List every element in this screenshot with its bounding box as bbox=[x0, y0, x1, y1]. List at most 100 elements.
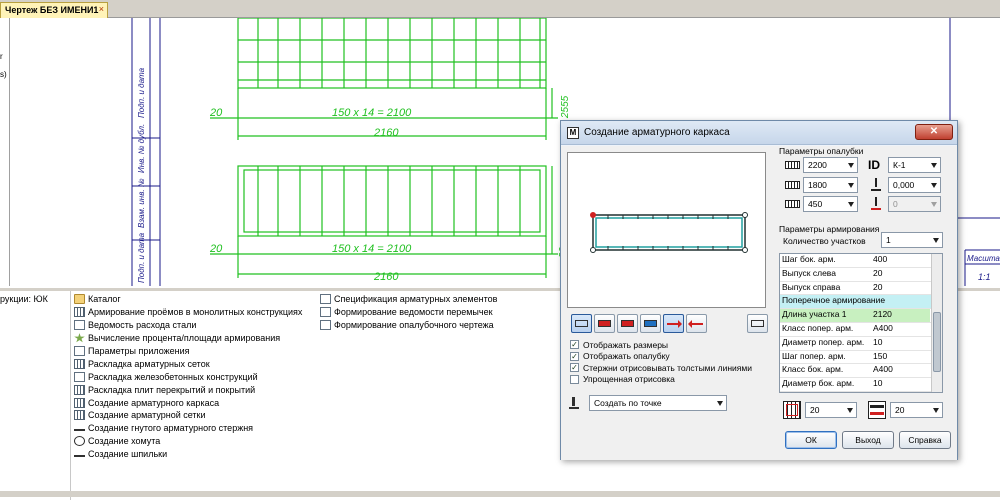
tree-item[interactable]: Вычисление процента/площади армирования bbox=[74, 332, 314, 345]
tree-item[interactable]: Создание арматурной сетки bbox=[74, 409, 314, 422]
tree-item[interactable]: Раскладка арматурных сеток bbox=[74, 357, 314, 370]
checkbox-label: Отображать опалубку bbox=[583, 351, 670, 362]
chevron-down-icon bbox=[848, 202, 854, 207]
checkbox[interactable]: ✓ bbox=[570, 363, 579, 373]
view-blue-button[interactable] bbox=[640, 314, 661, 333]
param-value[interactable]: 400 bbox=[870, 254, 930, 267]
thickness-value: 450 bbox=[808, 199, 823, 209]
tree-item[interactable]: Создание арматурного каркаса bbox=[74, 396, 314, 409]
tree-item[interactable]: Параметры приложения bbox=[74, 345, 314, 358]
insert-button[interactable] bbox=[747, 314, 768, 333]
param-name: Шаг бок. арм. bbox=[782, 254, 836, 264]
height-value: 1800 bbox=[808, 180, 827, 190]
table-row[interactable]: Шаг попер. арм. 150 bbox=[780, 351, 942, 365]
table-row[interactable]: Класс бок. арм. А400 bbox=[780, 364, 942, 379]
param-value[interactable]: 20 bbox=[870, 282, 930, 295]
table-row[interactable]: Диаметр попер. арм. 10 bbox=[780, 337, 942, 351]
thickness-select[interactable]: 450 bbox=[803, 196, 858, 212]
tree-item[interactable]: Формирование опалубочного чертежа bbox=[320, 319, 560, 332]
table-row[interactable]: Класс попер. арм. А400 bbox=[780, 323, 942, 337]
tree-item[interactable]: Раскладка плит перекрытий и покрытий bbox=[74, 383, 314, 396]
thickness-row: 450 bbox=[783, 196, 858, 212]
sections-select[interactable]: 1 bbox=[881, 232, 943, 248]
tree-item[interactable]: Армирование проёмов в монолитных констру… bbox=[74, 306, 314, 319]
checkbox-label: Отображать размеры bbox=[583, 339, 669, 350]
checkbox[interactable] bbox=[570, 374, 579, 384]
dim-label: 2160 bbox=[373, 271, 399, 283]
table-row[interactable]: Выпуск слева 20 bbox=[780, 268, 942, 282]
dialog-titlebar[interactable]: M Создание арматурного каркаса bbox=[561, 121, 957, 145]
scale-value: 1:1 bbox=[978, 272, 991, 282]
help-button[interactable]: Справка bbox=[899, 431, 951, 449]
arrow-right-button[interactable] bbox=[663, 314, 684, 333]
scrollbar-thumb[interactable] bbox=[933, 312, 941, 372]
checkbox-row[interactable]: ✓ Стержни отрисовывать толстыми линиями bbox=[570, 362, 752, 374]
checkbox-label: Упрощенная отрисовка bbox=[583, 374, 675, 385]
document-tab-title: Чертеж БЕЗ ИМЕНИ1 bbox=[5, 5, 99, 15]
param-value[interactable]: 10 bbox=[870, 378, 930, 391]
bottom-left-row: 20 bbox=[783, 401, 857, 419]
table-row[interactable]: Длина участка 1 2120 bbox=[780, 309, 942, 323]
tree-item[interactable]: Создание шпильки bbox=[74, 448, 314, 461]
param-value[interactable]: 20 bbox=[870, 268, 930, 281]
thickness-icon bbox=[783, 196, 801, 212]
tree-item[interactable]: Создание хомута bbox=[74, 435, 314, 448]
param-value[interactable]: 10 bbox=[870, 337, 930, 350]
app-tree-col2: Спецификация арматурных элементов Формир… bbox=[320, 293, 560, 332]
document-tab[interactable]: Чертеж БЕЗ ИМЕНИ1 × bbox=[0, 2, 108, 18]
bottom-left-select[interactable]: 20 bbox=[805, 402, 857, 418]
panel-splitter[interactable] bbox=[70, 291, 71, 500]
param-value[interactable]: А400 bbox=[870, 323, 930, 336]
offset-select[interactable]: 0,000 bbox=[888, 177, 941, 193]
param-value[interactable]: 150 bbox=[870, 351, 930, 364]
red-block-icon bbox=[598, 320, 611, 327]
id-select[interactable]: К-1 bbox=[888, 157, 941, 173]
param-value[interactable]: 2120 bbox=[870, 309, 930, 322]
stamp-label: Подп. и дата bbox=[137, 232, 146, 283]
chevron-down-icon bbox=[933, 238, 939, 243]
tree-item[interactable]: Спецификация арматурных элементов bbox=[320, 293, 560, 306]
view-red-button[interactable] bbox=[594, 314, 615, 333]
table-row[interactable]: Диаметр бок. арм. 10 bbox=[780, 378, 942, 392]
tree-item-label: Создание арматурной сетки bbox=[88, 410, 206, 421]
red-block-icon bbox=[621, 320, 634, 327]
table-scrollbar[interactable] bbox=[931, 254, 942, 392]
arrow-left-button[interactable] bbox=[686, 314, 707, 333]
tree-item[interactable]: Создание гнутого арматурного стержня bbox=[74, 422, 314, 435]
dialog-close-button[interactable]: ✕ bbox=[915, 124, 953, 140]
view-rect-button[interactable] bbox=[571, 314, 592, 333]
param-name: Шаг попер. арм. bbox=[782, 350, 846, 361]
checkbox[interactable]: ✓ bbox=[570, 340, 579, 350]
display-options: ✓ Отображать размеры ✓ Отображать опалубку… bbox=[570, 339, 752, 385]
scale-label: Масштаб bbox=[967, 254, 1000, 263]
length-select[interactable]: 2200 bbox=[803, 157, 858, 173]
checkbox-row[interactable]: ✓ Отображать опалубку bbox=[570, 351, 752, 363]
view-red2-button[interactable] bbox=[617, 314, 638, 333]
checkbox[interactable]: ✓ bbox=[570, 351, 579, 361]
tree-item[interactable]: Раскладка железобетонных конструкций bbox=[74, 370, 314, 383]
height-row: 1800 bbox=[783, 177, 858, 193]
stamp-label: Инв. № дубл. bbox=[137, 124, 146, 173]
id-icon: ID bbox=[868, 158, 880, 172]
tree-item-label: Создание арматурного каркаса bbox=[88, 397, 220, 408]
bottom-right-value: 20 bbox=[895, 405, 905, 415]
height-select[interactable]: 1800 bbox=[803, 177, 858, 193]
param-value[interactable]: А400 bbox=[870, 364, 930, 377]
table-row[interactable]: Выпуск справа 20 bbox=[780, 282, 942, 296]
height-icon bbox=[783, 177, 801, 193]
checkbox-row[interactable]: ✓ Отображать размеры bbox=[570, 339, 752, 351]
settings-icon bbox=[74, 346, 85, 356]
preview-svg bbox=[590, 212, 748, 253]
tree-item[interactable]: Каталог bbox=[74, 293, 314, 306]
checkbox-row[interactable]: Упрощенная отрисовка bbox=[570, 374, 752, 386]
tree-item-label: Ведомость расхода стали bbox=[88, 320, 197, 331]
exit-button[interactable]: Выход bbox=[842, 431, 894, 449]
close-icon[interactable]: × bbox=[99, 4, 104, 14]
mode-select[interactable]: Создать по точке bbox=[589, 395, 727, 411]
tree-item[interactable]: Ведомость расхода стали bbox=[74, 319, 314, 332]
table-row[interactable]: Шаг бок. арм. 400 bbox=[780, 254, 942, 268]
chevron-down-icon bbox=[933, 408, 939, 413]
ok-button[interactable]: ОК bbox=[785, 431, 837, 449]
tree-item[interactable]: Формирование ведомости перемычек bbox=[320, 306, 560, 319]
bottom-right-select[interactable]: 20 bbox=[890, 402, 943, 418]
